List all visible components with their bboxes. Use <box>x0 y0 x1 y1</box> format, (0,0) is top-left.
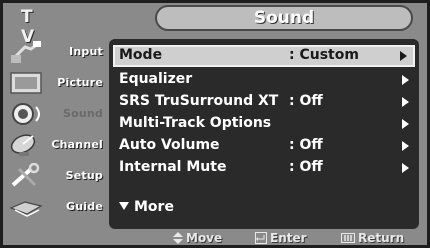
menu-item-value: : Off <box>289 93 323 109</box>
chevron-down-icon <box>119 202 129 210</box>
enter-icon <box>255 232 267 244</box>
menu-item-internal-mute[interactable]: Internal Mute : Off <box>113 157 415 179</box>
menu-item-mode[interactable]: Mode : Custom <box>113 45 415 67</box>
setup-tools-icon <box>9 162 45 189</box>
menu-title-tab: Sound <box>155 5 413 31</box>
sidebar-item-label: Guide <box>66 200 103 213</box>
menu-item-auto-volume[interactable]: Auto Volume : Off <box>113 135 415 157</box>
chevron-right-icon <box>402 141 409 151</box>
speaker-icon <box>9 101 45 127</box>
menu-item-label: SRS TruSurround XT <box>119 93 279 109</box>
picture-icon <box>9 70 45 96</box>
menu-item-label: Multi-Track Options <box>119 115 272 131</box>
sidebar-item-channel[interactable]: Channel <box>7 130 107 160</box>
tv-osd-window: T V Sound Input Picture Sound Channel Se… <box>0 0 430 248</box>
button-hint-bar: Move Enter Return <box>3 231 427 245</box>
more-label: More <box>134 199 174 215</box>
chevron-right-icon <box>402 119 409 129</box>
return-hint-label: Return <box>358 231 405 245</box>
move-hint: Move <box>173 231 222 245</box>
menu-item-label: Mode <box>119 47 163 63</box>
sound-menu-panel: Mode : Custom Equalizer SRS TruSurround … <box>109 39 419 229</box>
source-label: T V <box>21 7 39 47</box>
menu-item-srs-trusurround[interactable]: SRS TruSurround XT : Off <box>113 91 415 113</box>
sidebar-item-label: Sound <box>62 107 103 120</box>
up-down-arrows-icon <box>173 232 183 244</box>
chevron-right-icon <box>402 97 409 107</box>
menu-title: Sound <box>253 8 315 28</box>
menu-item-multi-track-options[interactable]: Multi-Track Options <box>113 113 415 135</box>
return-hint: Return <box>341 231 404 245</box>
sidebar-item-label: Picture <box>57 76 103 89</box>
satellite-dish-icon <box>9 132 45 158</box>
enter-hint: Enter <box>255 231 307 245</box>
menu-item-value: : Off <box>289 159 323 175</box>
category-sidebar: Input Picture Sound Channel Setup Guide <box>7 37 109 227</box>
menu-item-value: : Off <box>289 137 323 153</box>
sidebar-item-label: Input <box>69 45 103 58</box>
menu-item-equalizer[interactable]: Equalizer <box>113 69 415 91</box>
enter-hint-label: Enter <box>270 231 307 245</box>
sidebar-item-label: Channel <box>51 138 103 151</box>
input-plug-icon <box>9 39 45 65</box>
chevron-right-icon <box>402 75 409 85</box>
move-hint-label: Move <box>186 231 223 245</box>
menu-item-label: Internal Mute <box>119 159 227 175</box>
chevron-right-icon <box>402 163 409 173</box>
sidebar-item-setup[interactable]: Setup <box>7 161 107 191</box>
title-bar: T V Sound <box>3 3 427 47</box>
guide-icon <box>9 194 45 220</box>
sidebar-item-label: Setup <box>65 169 103 182</box>
sidebar-item-guide[interactable]: Guide <box>7 192 107 222</box>
chevron-right-icon <box>400 51 407 61</box>
sidebar-item-picture[interactable]: Picture <box>7 68 107 98</box>
more-item[interactable]: More <box>119 199 174 215</box>
menu-item-label: Auto Volume <box>119 137 220 153</box>
menu-item-label: Equalizer <box>119 71 193 87</box>
sidebar-item-sound[interactable]: Sound <box>7 99 107 129</box>
return-icon <box>341 233 355 243</box>
sidebar-item-input[interactable]: Input <box>7 37 107 67</box>
menu-item-value: : Custom <box>289 47 359 63</box>
